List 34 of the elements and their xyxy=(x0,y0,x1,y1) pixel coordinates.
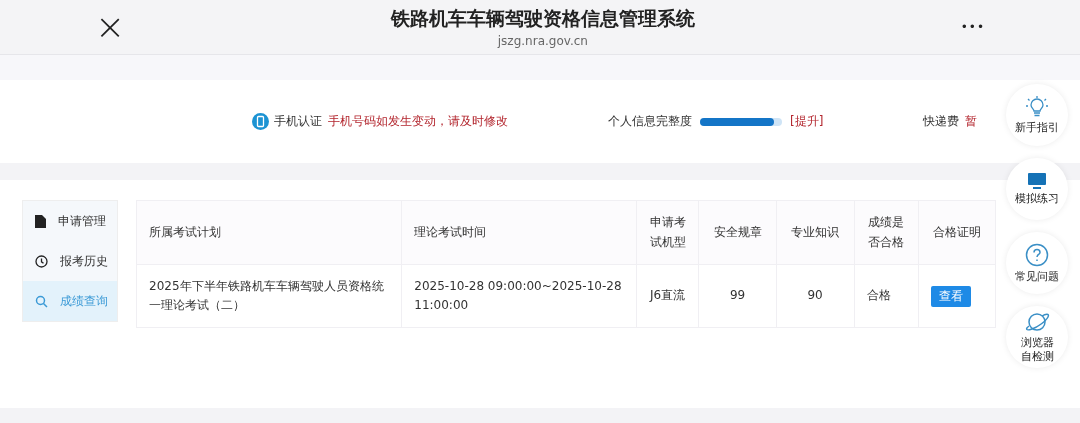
close-button[interactable]: × xyxy=(95,9,125,45)
table-cell: 99 xyxy=(698,264,777,328)
column-header: 理论考试时间 xyxy=(401,200,637,265)
table-cell: 2025年下半年铁路机车车辆驾驶人员资格统一理论考试（二） xyxy=(136,264,402,328)
clock-icon xyxy=(35,254,48,268)
column-header: 合格证明 xyxy=(918,200,996,265)
monitor-icon xyxy=(1028,172,1046,189)
table-cell: 90 xyxy=(776,264,855,328)
column-header: 所属考试计划 xyxy=(136,200,402,265)
phone-notice: 手机号码如发生变动，请及时修改 xyxy=(328,113,508,130)
table-cell: J6直流 xyxy=(636,264,699,328)
sidebar-item[interactable]: 申请管理 xyxy=(23,201,117,241)
planet-icon xyxy=(1024,311,1050,334)
completeness-label: 个人信息完整度 xyxy=(608,113,692,130)
column-header: 安全规章 xyxy=(698,200,777,265)
window-title: 铁路机车车辆驾驶资格信息管理系统 xyxy=(390,6,695,31)
table-cell: 合格 xyxy=(854,264,919,328)
more-button[interactable]: ••• xyxy=(960,20,985,34)
question-icon xyxy=(1025,242,1049,267)
phone-icon xyxy=(252,113,269,130)
phone-auth-label: 手机认证 xyxy=(274,113,322,130)
improve-link[interactable]: [提升] xyxy=(790,113,824,130)
fee-label: 快递费 xyxy=(923,113,960,130)
sidebar-item[interactable]: 报考历史 xyxy=(23,241,117,281)
search-icon xyxy=(35,294,48,308)
view-button[interactable]: 查看 xyxy=(931,285,972,307)
light-bulb-icon xyxy=(1026,95,1048,118)
column-header: 申请考试机型 xyxy=(636,200,699,265)
page-url: jszg.nra.gov.cn xyxy=(497,34,588,48)
table-cell: 2025-10-28 09:00:00~2025-10-28 11:00:00 xyxy=(401,264,637,328)
fee-value: 暂 xyxy=(965,113,978,130)
column-header: 成绩是否合格 xyxy=(854,200,919,265)
document-icon xyxy=(35,214,46,228)
column-header: 专业知识 xyxy=(776,200,855,265)
